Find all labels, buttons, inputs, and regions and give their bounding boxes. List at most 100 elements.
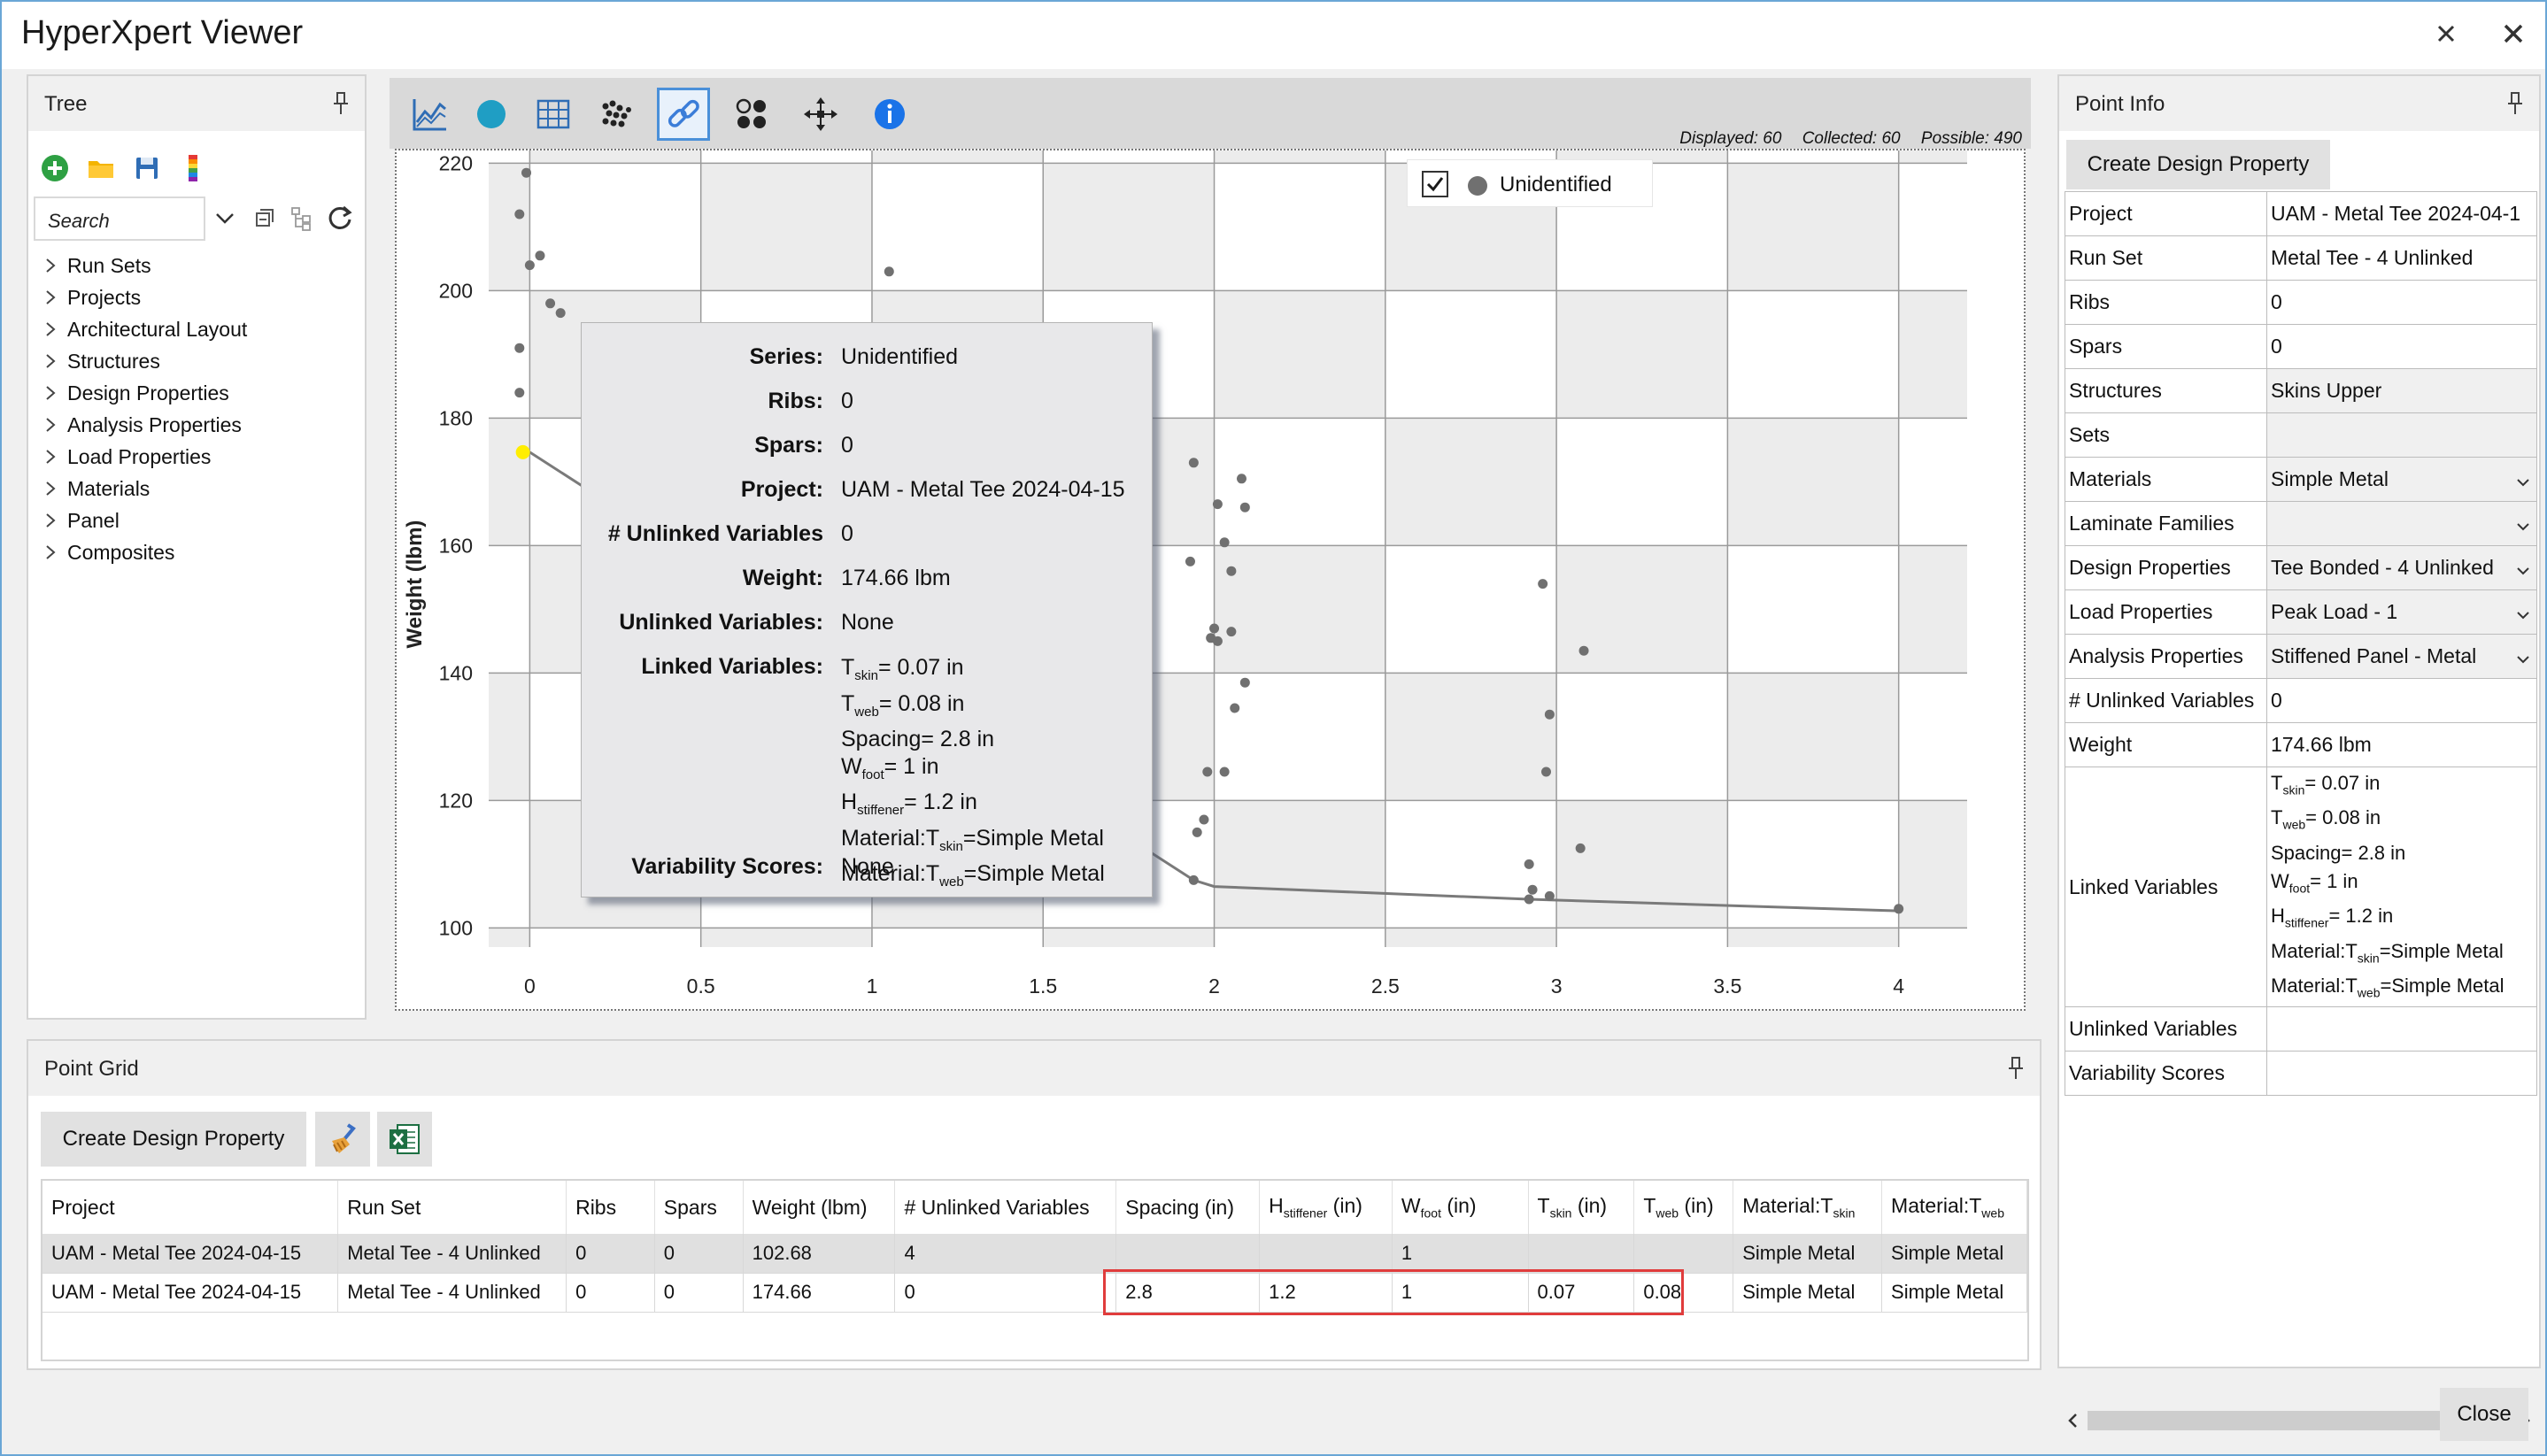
data-point[interactable] — [1188, 874, 1199, 885]
column-header[interactable]: Weight (lbm) — [743, 1181, 896, 1234]
scatter-cloud-icon[interactable] — [591, 90, 639, 138]
column-header[interactable]: Tweb (in) — [1633, 1181, 1734, 1234]
data-point[interactable] — [545, 298, 556, 309]
color-palette-icon[interactable] — [177, 152, 209, 184]
info-icon[interactable] — [866, 90, 914, 138]
tree-item[interactable]: Projects — [34, 281, 247, 313]
data-point[interactable] — [514, 388, 525, 398]
data-point[interactable] — [1212, 636, 1223, 646]
data-point[interactable] — [1578, 645, 1589, 656]
column-header[interactable]: Run Set — [337, 1181, 567, 1234]
search-input[interactable]: Search — [34, 196, 205, 241]
chevron-left-icon[interactable] — [2065, 1407, 2082, 1434]
info-value[interactable] — [2266, 501, 2537, 546]
data-point[interactable] — [1236, 474, 1246, 484]
chevron-right-icon[interactable] — [34, 473, 67, 505]
collapse-all-icon[interactable] — [248, 202, 280, 234]
tree-item[interactable]: Analysis Properties — [34, 409, 247, 441]
table-cell[interactable]: 0.07 — [1528, 1273, 1635, 1313]
table-row[interactable]: UAM - Metal Tee 2024-04-15 Metal Tee - 4 … — [42, 1234, 2027, 1274]
column-header[interactable]: Material:Tskin — [1733, 1181, 1883, 1234]
data-point[interactable] — [1192, 827, 1202, 837]
tree-item[interactable]: Load Properties — [34, 441, 247, 473]
chevron-down-icon[interactable] — [2515, 516, 2531, 532]
data-point[interactable] — [1524, 894, 1534, 905]
table-cell[interactable]: UAM - Metal Tee 2024-04-15 — [42, 1273, 339, 1313]
tree-item[interactable]: Composites — [34, 536, 247, 568]
info-value[interactable]: Tee Bonded - 4 Unlinked — [2266, 545, 2537, 590]
column-header[interactable]: # Unlinked Variables — [894, 1181, 1117, 1234]
tree-structure-icon[interactable] — [285, 202, 317, 234]
column-header[interactable]: Wfoot (in) — [1392, 1181, 1529, 1234]
data-point[interactable] — [555, 308, 566, 319]
table-cell[interactable]: 0 — [566, 1234, 655, 1274]
table-cell[interactable]: Simple Metal — [1733, 1273, 1883, 1313]
data-point[interactable] — [1894, 904, 1904, 914]
table-cell[interactable]: Simple Metal — [1733, 1234, 1883, 1274]
table-cell[interactable]: 102.68 — [743, 1234, 896, 1274]
data-point[interactable] — [1541, 767, 1552, 777]
link-icon[interactable] — [657, 88, 710, 141]
table-cell[interactable]: 174.66 — [743, 1273, 896, 1313]
table-cell[interactable]: Simple Metal — [1881, 1234, 2027, 1274]
pin-icon[interactable] — [2004, 1055, 2027, 1082]
data-point[interactable] — [1524, 859, 1534, 869]
data-point[interactable] — [1230, 703, 1240, 713]
table-cell[interactable]: Metal Tee - 4 Unlinked — [337, 1234, 567, 1274]
chevron-right-icon[interactable] — [34, 281, 67, 313]
create-design-property-button[interactable]: Create Design Property — [2066, 140, 2330, 189]
info-value[interactable]: Peak Load - 1 — [2266, 589, 2537, 635]
export-excel-button[interactable] — [377, 1112, 432, 1167]
table-cell[interactable] — [1528, 1234, 1635, 1274]
tree-item[interactable]: Materials — [34, 473, 247, 505]
chevron-right-icon[interactable] — [34, 441, 67, 473]
data-point[interactable] — [1202, 767, 1213, 777]
chevron-right-icon[interactable] — [34, 409, 67, 441]
table-cell[interactable]: 2.8 — [1115, 1273, 1261, 1313]
clear-button[interactable] — [315, 1112, 370, 1167]
circle-marker-icon[interactable] — [467, 90, 515, 138]
table-icon[interactable] — [529, 90, 577, 138]
chevron-right-icon[interactable] — [34, 313, 67, 345]
table-cell[interactable]: UAM - Metal Tee 2024-04-15 — [42, 1234, 339, 1274]
scrollbar-thumb[interactable] — [2088, 1411, 2451, 1430]
data-point[interactable] — [514, 343, 525, 353]
data-point[interactable] — [521, 167, 532, 178]
table-cell[interactable]: 0 — [654, 1234, 744, 1274]
table-cell[interactable]: 0 — [654, 1273, 744, 1313]
data-point[interactable] — [1527, 884, 1538, 895]
data-point[interactable] — [535, 250, 545, 261]
tree-item[interactable]: Run Sets — [34, 250, 247, 281]
move-arrows-icon[interactable] — [797, 90, 845, 138]
table-cell[interactable]: 0 — [566, 1273, 655, 1313]
data-point[interactable] — [514, 209, 525, 220]
table-cell[interactable]: 1 — [1392, 1273, 1529, 1313]
save-icon[interactable] — [131, 152, 163, 184]
info-value[interactable]: Stiffened Panel - Metal — [2266, 634, 2537, 679]
tree-item[interactable]: Architectural Layout — [34, 313, 247, 345]
table-row[interactable]: UAM - Metal Tee 2024-04-15 Metal Tee - 4 … — [42, 1273, 2027, 1313]
chevron-right-icon[interactable] — [34, 536, 67, 568]
line-chart-icon[interactable] — [405, 90, 453, 138]
chevron-down-icon[interactable] — [2515, 605, 2531, 620]
pin-icon[interactable] — [2504, 90, 2527, 117]
selected-data-point[interactable] — [515, 444, 530, 459]
data-point[interactable] — [1575, 843, 1586, 853]
table-cell[interactable]: 0 — [894, 1273, 1117, 1313]
minimize-button[interactable] — [2428, 16, 2464, 51]
data-point[interactable] — [524, 260, 535, 271]
column-header[interactable]: Tskin (in) — [1528, 1181, 1635, 1234]
tree-item[interactable]: Panel — [34, 505, 247, 536]
add-icon[interactable] — [39, 152, 71, 184]
data-point[interactable] — [884, 266, 894, 277]
pin-icon[interactable] — [329, 90, 352, 117]
table-cell[interactable]: 1 — [1392, 1234, 1529, 1274]
marker-styles-icon[interactable] — [728, 90, 776, 138]
table-cell[interactable] — [1115, 1234, 1261, 1274]
data-point[interactable] — [1188, 458, 1199, 468]
data-point[interactable] — [1226, 566, 1237, 576]
column-header[interactable]: Spars — [654, 1181, 744, 1234]
column-header[interactable]: Project — [42, 1181, 339, 1234]
chevron-right-icon[interactable] — [34, 345, 67, 377]
chevron-down-icon[interactable] — [2515, 560, 2531, 576]
